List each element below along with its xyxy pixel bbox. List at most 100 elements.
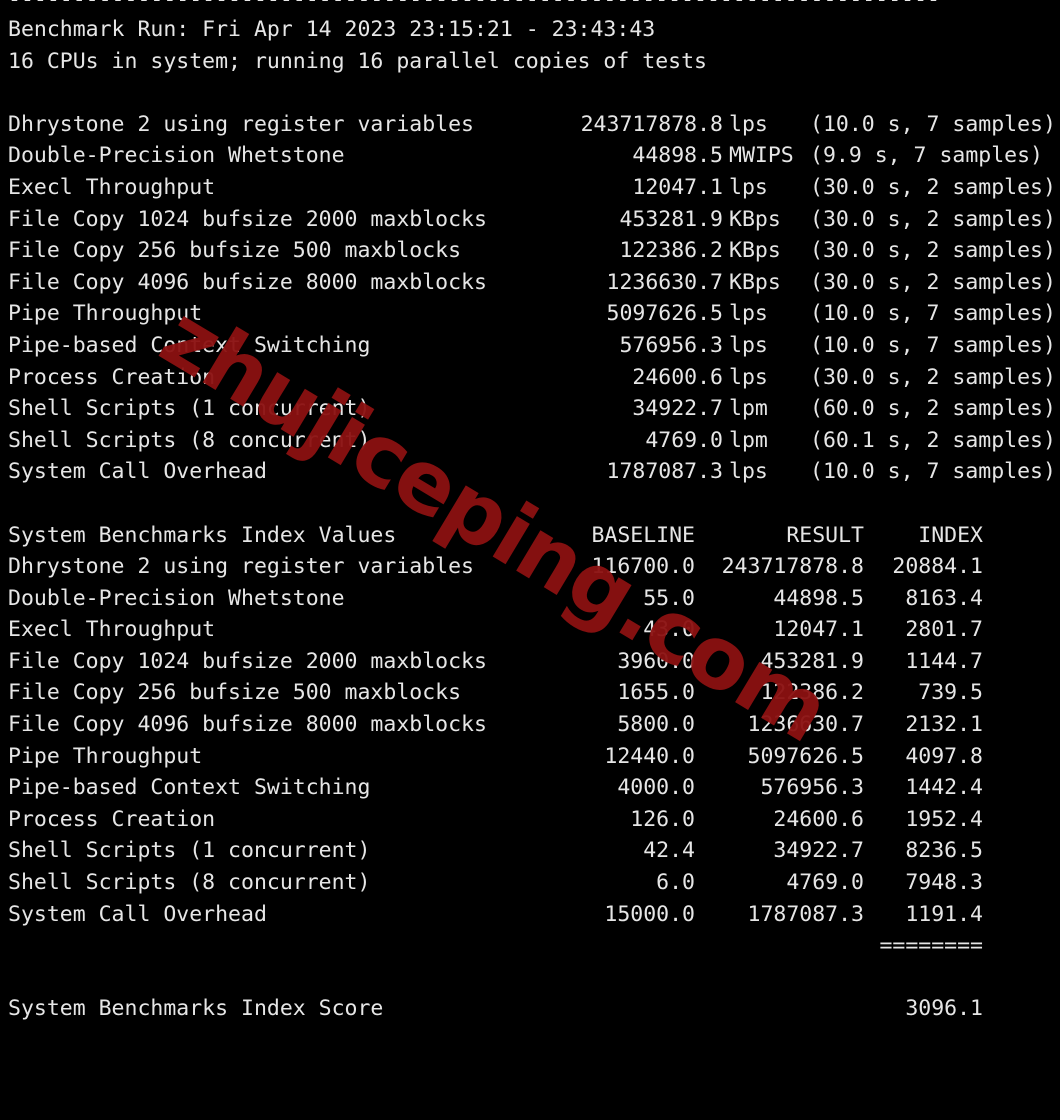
benchmark-result-unit: lps — [729, 364, 768, 390]
benchmark-result-value: 34922.7 — [632, 396, 723, 422]
benchmark-result-name: Shell Scripts (1 concurrent) — [8, 396, 371, 422]
index-row-name: Process Creation — [8, 806, 216, 832]
index-score-label: System Benchmarks Index Score — [8, 996, 384, 1022]
index-row-baseline: 55.0 — [643, 585, 695, 611]
index-row-result: 24600.6 — [773, 806, 864, 832]
benchmark-result-value: 243717878.8 — [580, 111, 723, 137]
index-row-result: 5097626.5 — [747, 743, 865, 769]
benchmark-result-samples: (30.0 s, 2 samples) — [810, 174, 1056, 200]
index-row-index: 1442.4 — [905, 775, 983, 801]
index-row-baseline: 116700.0 — [591, 554, 695, 580]
benchmark-results-block: Dhrystone 2 using register variables 2437… — [0, 109, 1060, 488]
index-row-result: 44898.5 — [773, 585, 864, 611]
index-row-index: 8163.4 — [905, 585, 983, 611]
benchmark-result-samples: (30.0 s, 2 samples) — [810, 269, 1056, 295]
benchmark-result-value: 24600.6 — [632, 364, 723, 390]
index-row-result: 1236630.7 — [747, 712, 865, 738]
benchmark-result-samples: (10.0 s, 7 samples) — [810, 111, 1056, 137]
benchmark-result-value: 122386.2 — [619, 238, 723, 264]
index-row-baseline: 42.4 — [643, 838, 695, 864]
benchmark-result-samples: (60.0 s, 2 samples) — [810, 396, 1056, 422]
benchmark-result-name: Double-Precision Whetstone — [8, 143, 345, 169]
benchmark-result-row: Pipe-based Context Switching 576956.3 lps (… — [0, 330, 1060, 362]
index-row-result: 122386.2 — [760, 680, 864, 706]
benchmark-result-samples: (60.1 s, 2 samples) — [810, 427, 1056, 453]
benchmark-result-unit: lpm — [729, 396, 768, 422]
index-row-baseline: 6.0 — [656, 870, 695, 896]
index-row-name: File Copy 1024 bufsize 2000 maxblocks — [8, 648, 487, 674]
benchmark-result-name: System Call Overhead — [8, 459, 267, 485]
benchmark-result-row: File Copy 256 bufsize 500 maxblocks 12238… — [0, 235, 1060, 267]
index-row-index: 1191.4 — [905, 901, 983, 927]
benchmark-result-unit: MWIPS — [729, 143, 794, 169]
benchmark-result-row: System Call Overhead 1787087.3 lps (10.0 s,… — [0, 456, 1060, 488]
index-row-baseline: 3960.0 — [617, 648, 695, 674]
benchmark-result-name: Dhrystone 2 using register variables — [8, 111, 474, 137]
index-row-result: 576956.3 — [760, 775, 864, 801]
benchmark-result-name: Execl Throughput — [8, 174, 216, 200]
index-separator-equals: ======== — [879, 933, 983, 959]
index-row-index: 4097.8 — [905, 743, 983, 769]
terminal-output: ----------------------------------------… — [0, 0, 1060, 1021]
benchmark-result-unit: KBps — [729, 206, 781, 232]
index-value-row: System Call Overhead 15000.0 1787087.3 1191… — [0, 899, 1060, 931]
benchmark-result-name: Process Creation — [8, 364, 216, 390]
benchmark-result-samples: (10.0 s, 7 samples) — [810, 459, 1056, 485]
benchmark-result-row: Shell Scripts (1 concurrent) 34922.7 lpm (6… — [0, 393, 1060, 425]
benchmark-result-row: Shell Scripts (8 concurrent) 4769.0 lpm (60… — [0, 425, 1060, 457]
benchmark-result-samples: (30.0 s, 2 samples) — [810, 364, 1056, 390]
index-value-row: Process Creation 126.0 24600.6 1952.4 — [0, 804, 1060, 836]
index-row-name: Execl Throughput — [8, 617, 216, 643]
index-row-name: Double-Precision Whetstone — [8, 585, 345, 611]
index-row-index: 7948.3 — [905, 870, 983, 896]
benchmark-result-row: File Copy 1024 bufsize 2000 maxblocks 453… — [0, 204, 1060, 236]
index-row-name: File Copy 256 bufsize 500 maxblocks — [8, 680, 462, 706]
index-row-index: 739.5 — [918, 680, 983, 706]
benchmark-result-name: Shell Scripts (8 concurrent) — [8, 427, 371, 453]
index-row-result: 34922.7 — [773, 838, 864, 864]
benchmark-result-samples: (30.0 s, 2 samples) — [810, 206, 1056, 232]
index-row-index: 1144.7 — [905, 648, 983, 674]
benchmark-result-unit: lps — [729, 332, 768, 358]
index-row-result: 453281.9 — [760, 648, 864, 674]
benchmark-result-value: 12047.1 — [632, 174, 723, 200]
benchmark-result-unit: lps — [729, 174, 768, 200]
top-separator-text: ----------------------------------------… — [8, 0, 940, 14]
index-row-result: 4769.0 — [786, 870, 864, 896]
benchmark-result-name: File Copy 1024 bufsize 2000 maxblocks — [8, 206, 487, 232]
benchmark-result-value: 1787087.3 — [606, 459, 724, 485]
index-row-index: 2132.1 — [905, 712, 983, 738]
index-row-name: Dhrystone 2 using register variables — [8, 554, 474, 580]
index-row-index: 20884.1 — [892, 554, 983, 580]
column-header-index: INDEX — [918, 522, 983, 548]
index-table-title: System Benchmarks Index Values — [8, 522, 397, 548]
benchmark-result-unit: lpm — [729, 427, 768, 453]
index-row-result: 243717878.8 — [721, 554, 864, 580]
benchmark-result-value: 453281.9 — [619, 206, 723, 232]
index-value-row: Pipe-based Context Switching 4000.0 576956… — [0, 772, 1060, 804]
index-row-name: Pipe-based Context Switching — [8, 775, 371, 801]
benchmark-result-name: Pipe Throughput — [8, 301, 203, 327]
benchmark-result-samples: (10.0 s, 7 samples) — [810, 301, 1056, 327]
index-table-header-row: System Benchmarks Index Values BASELINE … — [0, 520, 1060, 552]
benchmark-result-row: Pipe Throughput 5097626.5 lps (10.0 s, 7 sa… — [0, 298, 1060, 330]
benchmark-result-unit: lps — [729, 301, 768, 327]
index-row-result: 12047.1 — [773, 617, 864, 643]
index-value-row: Execl Throughput 43.0 12047.1 2801.7 — [0, 614, 1060, 646]
benchmark-result-unit: lps — [729, 459, 768, 485]
index-row-index: 8236.5 — [905, 838, 983, 864]
index-value-row: Dhrystone 2 using register variables 1167… — [0, 551, 1060, 583]
benchmark-result-unit: KBps — [729, 238, 781, 264]
benchmark-result-value: 1236630.7 — [606, 269, 724, 295]
index-row-name: Shell Scripts (8 concurrent) — [8, 870, 371, 896]
cpu-count-line: 16 CPUs in system; running 16 parallel c… — [8, 48, 707, 74]
benchmark-result-value: 44898.5 — [632, 143, 723, 169]
benchmark-result-name: Pipe-based Context Switching — [8, 332, 371, 358]
index-row-name: Shell Scripts (1 concurrent) — [8, 838, 371, 864]
benchmark-result-samples: (9.9 s, 7 samples) — [810, 143, 1043, 169]
index-row-baseline: 4000.0 — [617, 775, 695, 801]
index-row-baseline: 1655.0 — [617, 680, 695, 706]
